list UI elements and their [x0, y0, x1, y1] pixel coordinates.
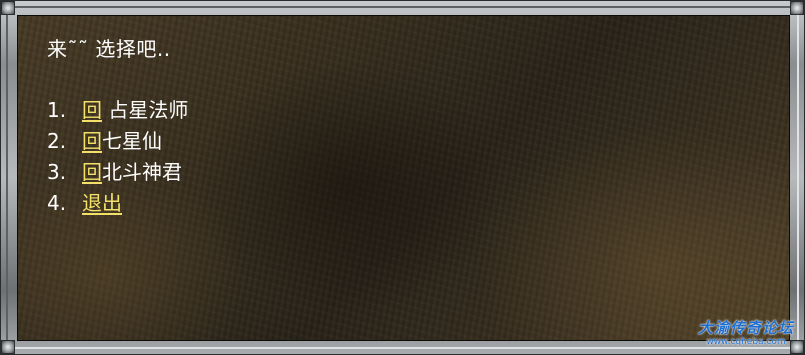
option-number: 3.	[47, 160, 67, 184]
npc-dialog-frame: 来˜˜ 选择吧.. 1. 回 占星法师 2. 回七星仙 3. 回北斗神君 4. 退出 大…	[0, 0, 805, 355]
watermark-url: www.cqheba.com	[706, 337, 786, 347]
option-label: 占星法师	[102, 98, 189, 122]
npc-dialog-body: 来˜˜ 选择吧.. 1. 回 占星法师 2. 回七星仙 3. 回北斗神君 4. 退出	[17, 15, 790, 341]
exit-link[interactable]: 退出	[82, 191, 122, 215]
frame-corner-rivet	[1, 340, 15, 354]
option-number: 1.	[47, 98, 67, 122]
forum-watermark: 大渝传奇论坛 www.cqheba.com	[698, 320, 794, 348]
option-label: 七星仙	[102, 129, 162, 153]
option-return-link[interactable]: 回	[82, 98, 102, 122]
option-number: 2.	[47, 129, 67, 153]
frame-corner-rivet	[790, 1, 804, 15]
dialog-options-list: 1. 回 占星法师 2. 回七星仙 3. 回北斗神君 4. 退出	[47, 95, 188, 219]
option-number: 4.	[47, 191, 67, 215]
option-return-link[interactable]: 回	[82, 160, 102, 184]
dialog-option-1: 1. 回 占星法师	[47, 95, 188, 126]
dialog-option-2: 2. 回七星仙	[47, 126, 188, 157]
watermark-title: 大渝传奇论坛	[697, 319, 794, 337]
dialog-option-3: 3. 回北斗神君	[47, 157, 188, 188]
option-label: 北斗神君	[102, 160, 182, 184]
option-return-link[interactable]: 回	[82, 129, 102, 153]
npc-greeting: 来˜˜ 选择吧..	[47, 37, 171, 61]
frame-corner-rivet	[1, 1, 15, 15]
dialog-option-4: 4. 退出	[47, 188, 188, 219]
